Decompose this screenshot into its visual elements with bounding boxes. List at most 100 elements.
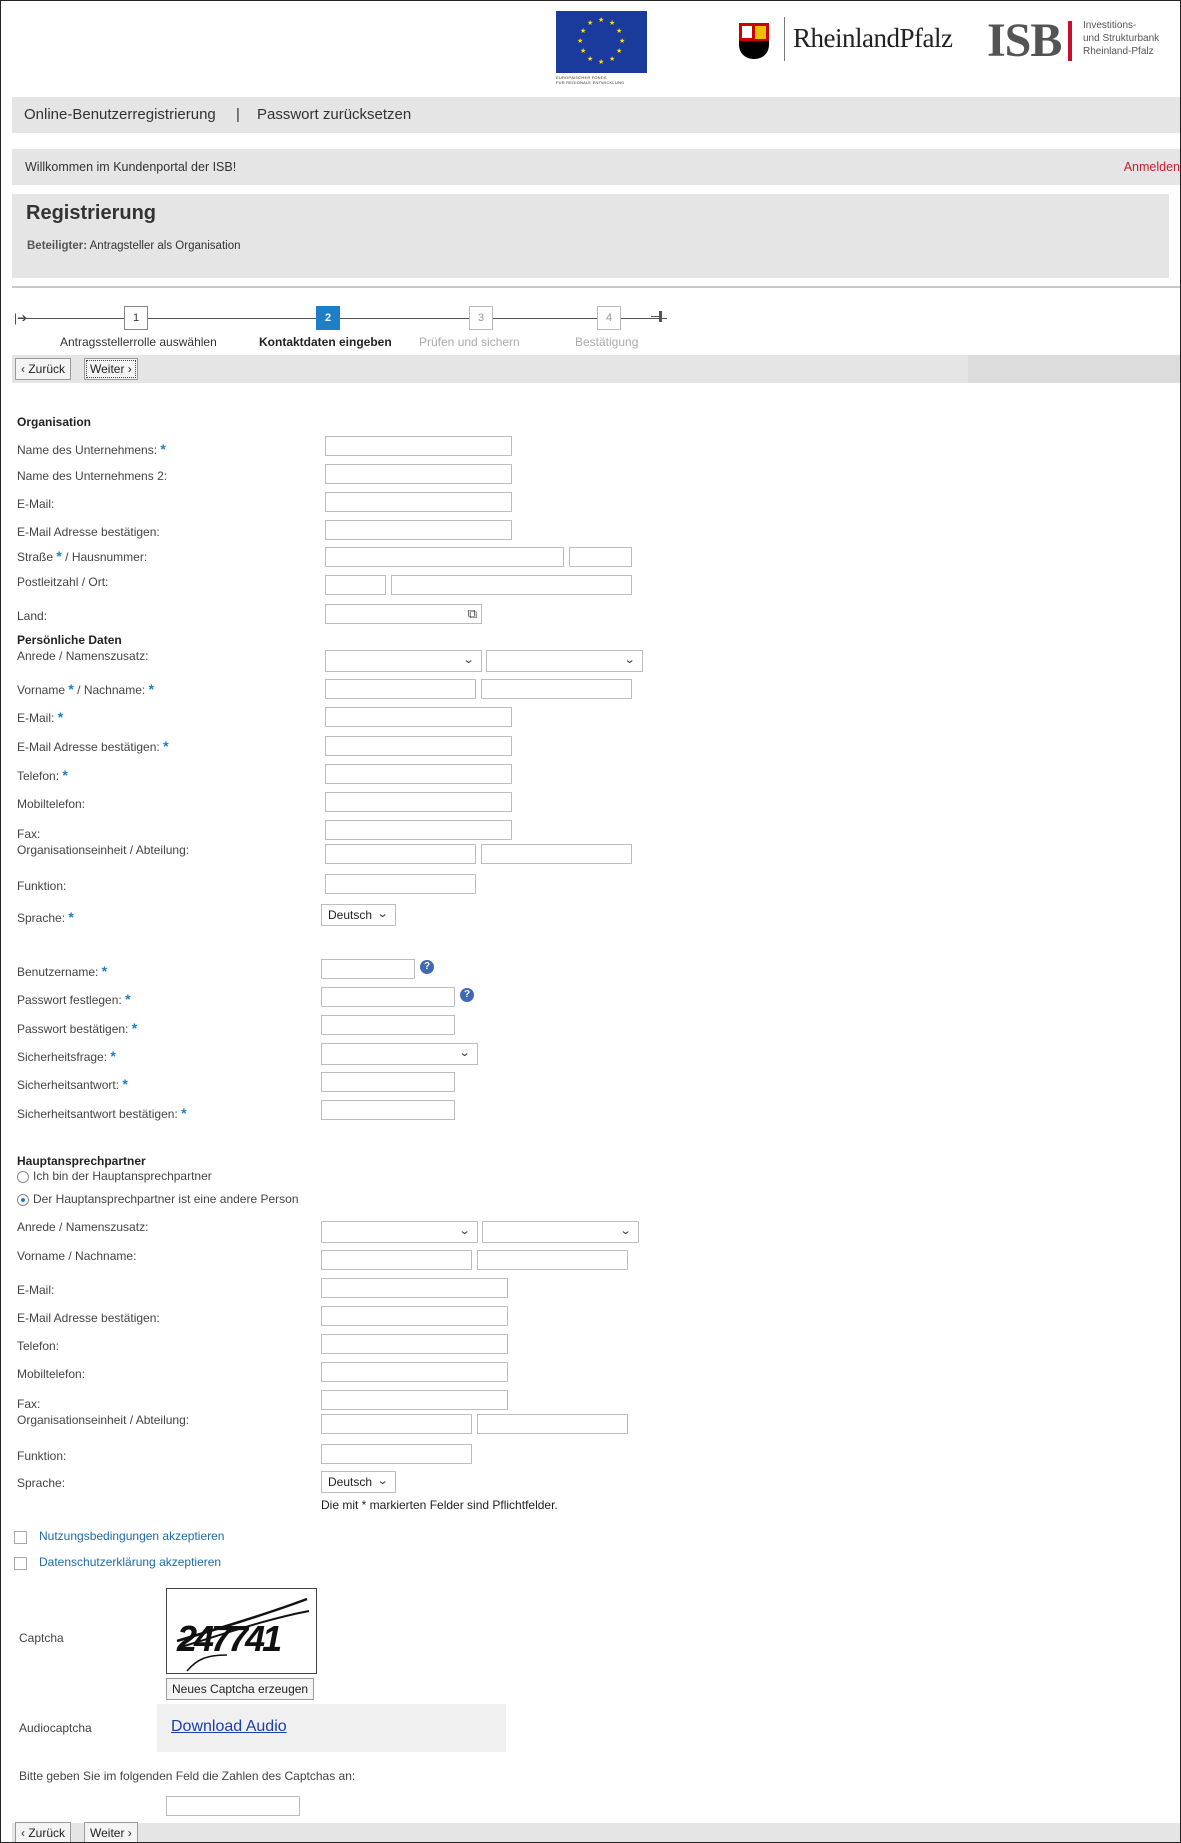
language-select[interactable]: Deutsch ⌄ bbox=[321, 904, 396, 926]
nav-reset-password-link[interactable]: Passwort zurücksetzen bbox=[257, 106, 411, 123]
required-mark: * bbox=[101, 963, 108, 979]
function-input[interactable] bbox=[325, 874, 476, 894]
contact-salutation-select[interactable]: ⌄ bbox=[321, 1221, 478, 1243]
email-confirm-input[interactable] bbox=[325, 736, 512, 756]
contact-lastname-input[interactable] bbox=[477, 1250, 628, 1270]
label-contact-salutation: Anrede / Namenszusatz: bbox=[17, 1220, 149, 1234]
audio-captcha-box: Download Audio bbox=[157, 1704, 506, 1752]
contact-department-input[interactable] bbox=[477, 1414, 628, 1434]
lastname-input[interactable] bbox=[481, 679, 632, 699]
contact-firstname-input[interactable] bbox=[321, 1250, 472, 1270]
security-answer-input[interactable] bbox=[321, 1072, 455, 1092]
participant-info: Beteiligter: Antragsteller als Organisat… bbox=[27, 240, 241, 252]
contact-email-confirm-input[interactable] bbox=[321, 1306, 508, 1326]
label-i-am-contact[interactable]: Ich bin der Hauptansprechpartner bbox=[33, 1169, 212, 1183]
radio-i-am-contact[interactable] bbox=[17, 1171, 29, 1183]
password-confirm-input[interactable] bbox=[321, 1015, 455, 1035]
email-input[interactable] bbox=[325, 707, 512, 727]
housenumber-input[interactable] bbox=[569, 547, 632, 567]
required-fields-note: Die mit * markierten Felder sind Pflicht… bbox=[321, 1498, 558, 1512]
required-mark: * bbox=[122, 1076, 128, 1092]
required-mark: * bbox=[148, 681, 155, 697]
password-input[interactable] bbox=[321, 987, 455, 1007]
country-input[interactable]: ⧉ bbox=[325, 604, 482, 624]
privacy-checkbox[interactable] bbox=[14, 1557, 27, 1570]
page-frame: ★ ★ ★ ★ ★ ★ ★ ★ ★ ★ ★ ★ EUROPÄISCHER FON… bbox=[0, 0, 1181, 1843]
label-contact-language: Sprache: bbox=[17, 1476, 66, 1490]
mobile-input[interactable] bbox=[325, 792, 512, 812]
label-other-contact[interactable]: Der Hauptansprechpartner ist eine andere… bbox=[33, 1192, 299, 1206]
chevron-right-icon: › bbox=[127, 362, 132, 376]
unit-input[interactable] bbox=[325, 844, 476, 864]
captcha-graphic: 247741 bbox=[176, 1597, 310, 1672]
department-input[interactable] bbox=[481, 844, 632, 864]
contact-phone-input[interactable] bbox=[321, 1334, 508, 1354]
download-audio-link[interactable]: Download Audio bbox=[171, 1718, 287, 1736]
required-mark: * bbox=[131, 1020, 138, 1036]
phone-input[interactable] bbox=[325, 764, 512, 784]
username-input[interactable] bbox=[321, 959, 415, 979]
wizard-step-4-label: Bestätigung bbox=[575, 335, 639, 349]
label-mobile: Mobiltelefon: bbox=[17, 797, 86, 811]
popup-window-icon[interactable]: ⧉ bbox=[468, 606, 477, 622]
next-button-bottom[interactable]: Weiter › bbox=[84, 1822, 138, 1842]
back-button-bottom[interactable]: ‹ Zurück bbox=[15, 1822, 72, 1842]
rlp-divider bbox=[784, 17, 785, 61]
contact-language-select[interactable]: Deutsch ⌄ bbox=[321, 1471, 396, 1493]
firstname-input[interactable] bbox=[325, 679, 476, 699]
wizard-step-3: 3 bbox=[469, 306, 493, 330]
salutation-select[interactable]: ⌄ bbox=[325, 650, 482, 672]
label-contact-mobile: Mobiltelefon: bbox=[17, 1367, 86, 1381]
terms-checkbox[interactable] bbox=[14, 1531, 27, 1544]
contact-unit-input[interactable] bbox=[321, 1414, 472, 1434]
terms-link[interactable]: Nutzungsbedingungen akzeptieren bbox=[39, 1529, 224, 1543]
label-housenumber-text: / Hausnummer: bbox=[65, 550, 148, 564]
new-captcha-button[interactable]: Neues Captcha erzeugen bbox=[166, 1678, 315, 1700]
help-icon[interactable]: ? bbox=[420, 960, 434, 974]
label-function: Funktion: bbox=[17, 879, 67, 893]
privacy-link[interactable]: Datenschutzerklärung akzeptieren bbox=[39, 1555, 221, 1569]
company2-input[interactable] bbox=[325, 464, 512, 484]
captcha-label: Captcha bbox=[19, 1631, 64, 1645]
divider bbox=[12, 286, 1180, 288]
section-personal: Persönliche Daten bbox=[17, 633, 122, 647]
org-email-confirm-input[interactable] bbox=[325, 520, 512, 540]
captcha-input[interactable] bbox=[166, 1796, 300, 1816]
contact-mobile-input[interactable] bbox=[321, 1362, 508, 1382]
contact-email-input[interactable] bbox=[321, 1278, 508, 1298]
street-input[interactable] bbox=[325, 547, 564, 567]
fax-input[interactable] bbox=[325, 820, 512, 840]
org-email-input[interactable] bbox=[325, 492, 512, 512]
security-answer-confirm-input[interactable] bbox=[321, 1100, 455, 1120]
name-suffix-select[interactable]: ⌄ bbox=[486, 650, 643, 672]
contact-fax-input[interactable] bbox=[321, 1390, 508, 1410]
label-security-question-text: Sicherheitsfrage: bbox=[17, 1050, 108, 1064]
next-button-top-label: Weiter bbox=[90, 362, 125, 376]
company-input[interactable] bbox=[325, 436, 512, 456]
label-username: Benutzername: * bbox=[17, 963, 107, 979]
required-mark: * bbox=[160, 441, 166, 457]
security-question-select[interactable]: ⌄ bbox=[321, 1043, 478, 1065]
postal-input[interactable] bbox=[325, 575, 386, 595]
registration-header: Registrierung Beteiligter: Antragsteller… bbox=[12, 194, 1169, 278]
required-mark: * bbox=[57, 709, 64, 725]
contact-function-input[interactable] bbox=[321, 1444, 472, 1464]
label-contact-phone: Telefon: bbox=[17, 1339, 60, 1353]
label-org-email: E-Mail: bbox=[17, 497, 55, 511]
next-button-top[interactable]: Weiter › bbox=[84, 358, 138, 380]
label-password-confirm-text: Passwort bestätigen: bbox=[17, 1022, 129, 1036]
contact-suffix-select[interactable]: ⌄ bbox=[482, 1221, 639, 1243]
nav-registration-link[interactable]: Online-Benutzerregistrierung bbox=[24, 106, 216, 123]
login-link[interactable]: Anmelden bbox=[1124, 160, 1180, 174]
eu-fund-logo: ★ ★ ★ ★ ★ ★ ★ ★ ★ ★ ★ ★ EUROPÄISCHER FON… bbox=[556, 11, 647, 89]
label-phone: Telefon: * bbox=[17, 767, 68, 783]
wizard-step-2-label: Kontaktdaten eingeben bbox=[259, 335, 392, 349]
label-username-text: Benutzername: bbox=[17, 965, 99, 979]
city-input[interactable] bbox=[391, 575, 632, 595]
label-email-confirm-text: E-Mail Adresse bestätigen: bbox=[17, 740, 160, 754]
help-icon[interactable]: ? bbox=[460, 988, 474, 1002]
radio-other-contact[interactable] bbox=[17, 1194, 29, 1206]
back-button-top[interactable]: ‹ Zurück bbox=[15, 358, 72, 380]
label-street: Straße * / Hausnummer: bbox=[17, 548, 147, 564]
wizard-step-1[interactable]: 1 bbox=[124, 306, 148, 330]
